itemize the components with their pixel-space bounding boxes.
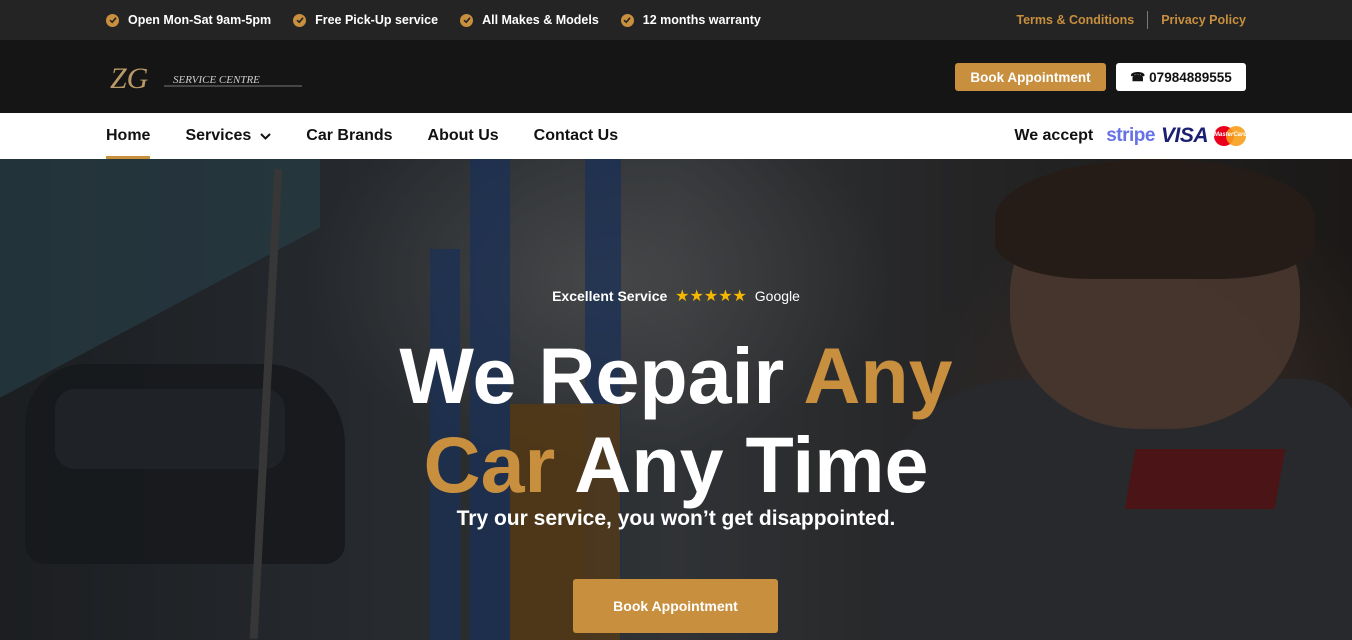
- book-appointment-button[interactable]: Book Appointment: [955, 63, 1106, 91]
- terms-link[interactable]: Terms & Conditions: [1016, 13, 1134, 27]
- check-circle-icon: [293, 13, 307, 27]
- headline-part: Any Time: [574, 420, 929, 509]
- hero-content: Excellent Service ★★★★★ Google We Repair…: [0, 159, 1352, 640]
- usp-text: Free Pick-Up service: [315, 13, 439, 27]
- nav-items: Home Services Car Brands About Us Contac…: [106, 113, 653, 159]
- check-circle-icon: [620, 13, 634, 27]
- logo-mark: ZG: [110, 62, 149, 94]
- hero-book-appointment-button[interactable]: Book Appointment: [573, 579, 778, 633]
- logo[interactable]: ZG SERVICE CENTRE: [110, 60, 305, 94]
- usp-list: Open Mon-Sat 9am-5pm Free Pick-Up servic…: [106, 0, 783, 40]
- nav-item-label: Car Brands: [306, 127, 393, 144]
- headline-accent: Car: [423, 420, 556, 509]
- divider: [1147, 11, 1149, 29]
- site-header: ZG SERVICE CENTRE Book Appointment ☎ 079…: [0, 40, 1352, 113]
- mastercard-text: MasterCard: [1214, 132, 1248, 138]
- chevron-down-icon: [260, 127, 272, 145]
- rating-label: Excellent Service: [552, 288, 668, 304]
- nav-item-home[interactable]: Home: [106, 113, 151, 159]
- phone-button[interactable]: ☎ 07984889555: [1116, 63, 1246, 91]
- visa-logo: VISA: [1160, 124, 1209, 147]
- nav-item-car-brands[interactable]: Car Brands: [306, 113, 392, 159]
- mastercard-logo: MasterCard: [1214, 126, 1248, 146]
- usp-item-warranty: 12 months warranty: [620, 13, 761, 27]
- top-info-bar: Open Mon-Sat 9am-5pm Free Pick-Up servic…: [0, 0, 1352, 40]
- hero-section: Excellent Service ★★★★★ Google We Repair…: [0, 159, 1352, 640]
- hero-headline: We Repair Any Car Any Time: [0, 331, 1352, 509]
- top-links: Terms & Conditions Privacy Policy: [1016, 0, 1246, 40]
- nav-item-label: About Us: [427, 127, 499, 144]
- nav-item-contact-us[interactable]: Contact Us: [534, 113, 618, 159]
- phone-number: 07984889555: [1149, 69, 1232, 85]
- rating-badge: Excellent Service ★★★★★ Google: [0, 286, 1352, 306]
- usp-text: All Makes & Models: [482, 13, 599, 27]
- logo-text: SERVICE CENTRE: [173, 74, 260, 86]
- usp-text: Open Mon-Sat 9am-5pm: [128, 13, 272, 27]
- main-nav: Home Services Car Brands About Us Contac…: [0, 113, 1352, 159]
- usp-item-makes: All Makes & Models: [460, 13, 599, 27]
- nav-item-label: Services: [185, 127, 252, 144]
- accept-label: We accept: [1014, 127, 1094, 144]
- nav-item-label: Contact Us: [533, 127, 619, 144]
- nav-item-services[interactable]: Services: [185, 113, 272, 159]
- privacy-link[interactable]: Privacy Policy: [1161, 13, 1246, 27]
- usp-text: 12 months warranty: [642, 13, 761, 27]
- nav-item-label: Home: [106, 127, 151, 144]
- rating-source: Google: [754, 288, 800, 304]
- usp-item-pickup: Free Pick-Up service: [293, 13, 438, 27]
- star-rating-icon: ★★★★★: [675, 288, 747, 305]
- phone-icon: ☎: [1130, 70, 1146, 84]
- check-circle-icon: [460, 13, 474, 27]
- nav-item-about-us[interactable]: About Us: [428, 113, 499, 159]
- check-circle-icon: [106, 13, 119, 27]
- usp-item-hours: Open Mon-Sat 9am-5pm: [106, 13, 271, 27]
- payment-methods: We accept stripe VISA MasterCard: [1014, 113, 1248, 159]
- hero-subtitle: Try our service, you won’t get disappoin…: [456, 507, 896, 530]
- headline-part: We Repair: [399, 331, 785, 420]
- stripe-logo: stripe: [1106, 125, 1155, 146]
- headline-accent: Any: [803, 331, 953, 420]
